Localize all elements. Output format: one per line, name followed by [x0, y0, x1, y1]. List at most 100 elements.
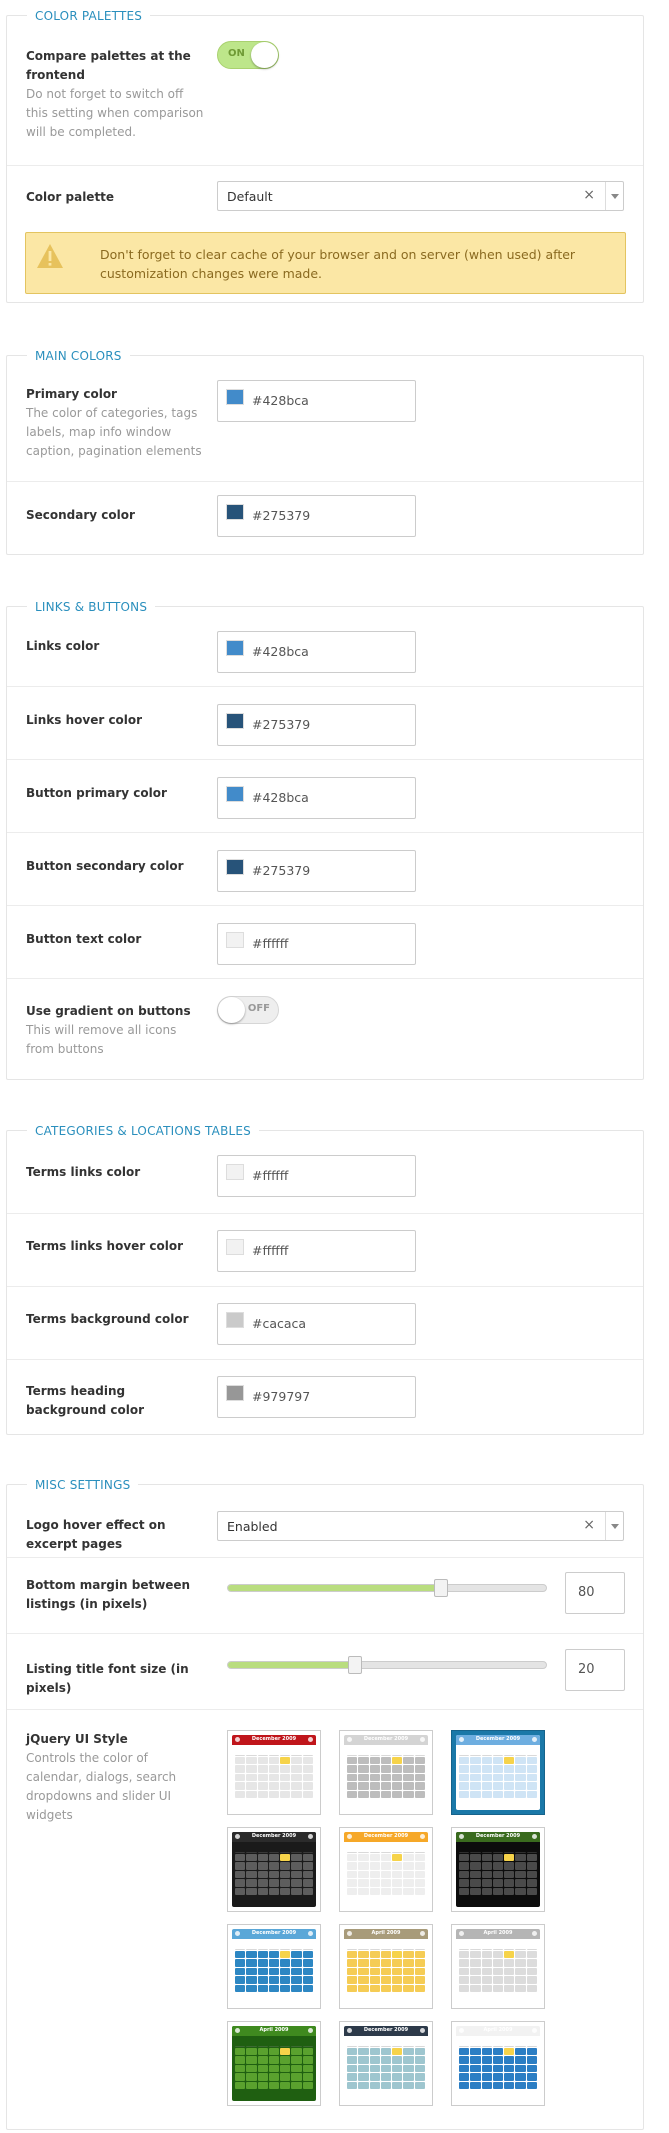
- theme-thumbnail[interactable]: April 2009: [339, 1924, 433, 2009]
- slider-handle[interactable]: [434, 1579, 449, 1597]
- calendar-day: [492, 2064, 504, 2073]
- calendar-day: [257, 1959, 268, 1967]
- color-swatch[interactable]: [226, 1239, 244, 1255]
- terms-bg-input[interactable]: #cacaca: [217, 1303, 416, 1345]
- calendar-day: [369, 1862, 380, 1870]
- compare-palettes-toggle[interactable]: ON: [217, 41, 279, 69]
- button-text-input[interactable]: #ffffff: [217, 923, 416, 965]
- toggle-state-text: ON: [228, 48, 245, 59]
- theme-thumbnail[interactable]: December 2009: [339, 1730, 433, 1815]
- button-secondary-input[interactable]: #275379: [217, 850, 416, 892]
- calendar-day: [291, 1862, 302, 1870]
- calendar-day: [291, 1887, 302, 1896]
- calendar-month: April 2009: [371, 1930, 401, 1936]
- bottom-margin-input[interactable]: 80: [565, 1572, 625, 1614]
- calendar-day: [515, 1773, 526, 1782]
- calendar-day: [459, 1870, 470, 1879]
- color-swatch[interactable]: [226, 1164, 244, 1180]
- calendar-grid: [347, 2039, 425, 2098]
- calendar-day: [280, 2047, 291, 2056]
- calendar-day: [246, 1790, 257, 1799]
- calendar-day: [246, 1984, 257, 1993]
- clear-icon[interactable]: ×: [583, 187, 595, 203]
- calendar-day: [481, 1782, 492, 1790]
- color-swatch[interactable]: [226, 713, 244, 729]
- theme-thumbnail[interactable]: December 2009: [227, 1730, 321, 1815]
- terms-links-input[interactable]: #ffffff: [217, 1155, 416, 1197]
- calendar-day: [481, 1984, 492, 1993]
- color-swatch[interactable]: [226, 786, 244, 802]
- terms-heading-bg-input[interactable]: #979797: [217, 1376, 416, 1418]
- chevron-down-icon[interactable]: [605, 1512, 623, 1540]
- calendar-day: [504, 1790, 515, 1799]
- calendar-day: [347, 1773, 358, 1782]
- calendar-day: [504, 1984, 515, 1993]
- calendar-day: [268, 2081, 280, 2090]
- calendar-day: [302, 1765, 313, 1773]
- terms-links-hover-input[interactable]: #ffffff: [217, 1230, 416, 1272]
- calendar-month: April 2009: [483, 2027, 513, 2033]
- primary-color-input[interactable]: #428bca: [217, 380, 416, 422]
- slider-handle[interactable]: [348, 1656, 363, 1674]
- calendar-day: [515, 1756, 526, 1765]
- calendar-day: [515, 1887, 526, 1896]
- links-hover-input[interactable]: #275379: [217, 704, 416, 746]
- theme-thumbnail[interactable]: April 2009: [451, 2021, 545, 2106]
- theme-thumbnail[interactable]: December 2009: [339, 2021, 433, 2106]
- calendar-day: [504, 2073, 515, 2081]
- calendar-day: [392, 2081, 403, 2090]
- title-font-slider[interactable]: [227, 1656, 547, 1674]
- bottom-margin-slider[interactable]: [227, 1579, 547, 1597]
- clear-icon[interactable]: ×: [583, 1517, 595, 1533]
- calendar-day: [392, 1870, 403, 1879]
- theme-thumbnail[interactable]: December 2009: [451, 1730, 545, 1815]
- gradient-toggle[interactable]: OFF: [217, 996, 279, 1024]
- calendar-month: April 2009: [483, 1930, 513, 1936]
- calendar-day: [246, 2064, 257, 2073]
- toggle-knob[interactable]: [218, 997, 245, 1023]
- toggle-knob[interactable]: [251, 42, 278, 68]
- calendar-day: [414, 1756, 425, 1765]
- calendar-day: [380, 1967, 392, 1976]
- title-font-input[interactable]: 20: [565, 1649, 625, 1691]
- color-swatch[interactable]: [226, 1312, 244, 1328]
- theme-thumbnail[interactable]: April 2009: [451, 1924, 545, 2009]
- links-color-input[interactable]: #428bca: [217, 631, 416, 673]
- color-swatch[interactable]: [226, 504, 244, 520]
- calendar-day: [459, 1748, 470, 1756]
- next-icon: [532, 2028, 537, 2033]
- color-swatch[interactable]: [226, 932, 244, 948]
- secondary-color-input[interactable]: #275379: [217, 495, 416, 537]
- compare-palettes-title: Compare palettes at the frontend: [26, 49, 191, 82]
- theme-thumbnail[interactable]: December 2009: [339, 1827, 433, 1912]
- chevron-down-icon[interactable]: [605, 182, 623, 210]
- calendar-day: [380, 2073, 392, 2081]
- calendar-day: [380, 1976, 392, 1984]
- calendar-day: [526, 2056, 537, 2064]
- color-swatch[interactable]: [226, 640, 244, 656]
- calendar-day: [492, 1853, 504, 1862]
- calendar-day: [291, 2047, 302, 2056]
- section-legend: COLOR PALETTES: [27, 8, 151, 24]
- compare-palettes-description: Do not forget to switch off this setting…: [26, 87, 204, 139]
- calendar-day: [235, 2056, 246, 2064]
- calendar-day: [526, 1790, 537, 1799]
- theme-thumbnail[interactable]: December 2009: [227, 1827, 321, 1912]
- button-primary-input[interactable]: #428bca: [217, 777, 416, 819]
- theme-thumbnail[interactable]: April 2009: [227, 2021, 321, 2106]
- color-swatch[interactable]: [226, 389, 244, 405]
- calendar-day: [481, 1748, 492, 1756]
- calendar-day: [302, 1887, 313, 1896]
- color-palette-select[interactable]: Default ×: [217, 181, 624, 211]
- calendar-day: [235, 1967, 246, 1976]
- theme-thumbnail[interactable]: December 2009: [451, 1827, 545, 1912]
- calendar-day: [380, 1748, 392, 1756]
- calendar-day: [347, 1870, 358, 1879]
- color-swatch[interactable]: [226, 1385, 244, 1401]
- logo-hover-select[interactable]: Enabled ×: [217, 1511, 624, 1541]
- terms-heading-bg-row: Terms heading background color #979797: [7, 1359, 643, 1435]
- color-swatch[interactable]: [226, 859, 244, 875]
- theme-thumbnail[interactable]: December 2009: [227, 1924, 321, 2009]
- calendar-day: [470, 2047, 481, 2056]
- calendar-month: December 2009: [363, 1736, 409, 1742]
